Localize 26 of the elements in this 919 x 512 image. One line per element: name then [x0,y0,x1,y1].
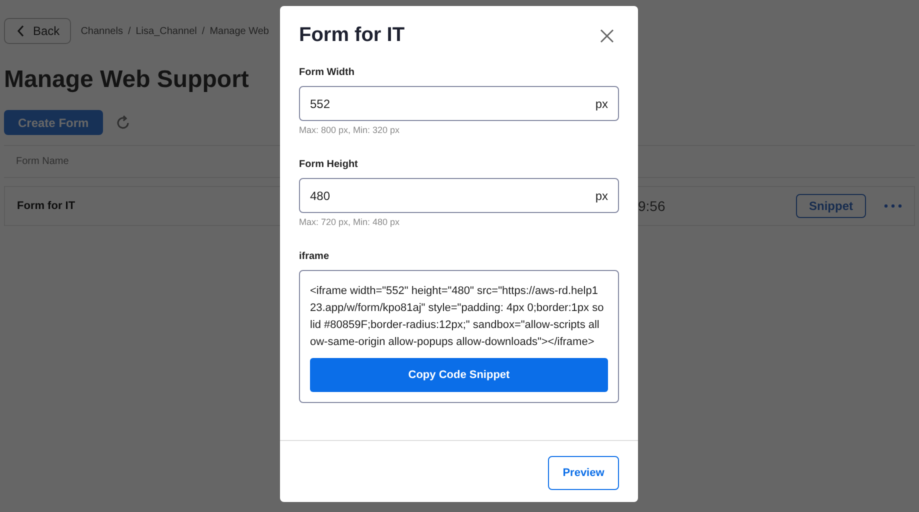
close-icon[interactable] [600,28,614,42]
field-hint: Max: 800 px, Min: 320 px [299,125,401,135]
breadcrumb-link[interactable]: Channels [80,26,123,36]
copy-button[interactable]: Copy Code Snippet [310,358,608,392]
code-text: <iframe width="552" height="480" src="https://aws-rd.help123.app/w/form/kpo81aj" style="padding: 4px 0;border:1px solid #80859F;border-radius:12px;" sandbox="allow-scripts allow-same-origin allow-popups allow-downloads"></iframe> [310,284,605,350]
breadcrumb-separator: / [128,26,131,36]
breadcrumb-link[interactable]: Lisa_Channel [136,26,197,36]
create-form-button[interactable]: Create Form [4,110,103,135]
field-label: Form Height [299,159,359,170]
page-title: Manage Web Support [4,66,249,94]
preview-button[interactable]: Preview [548,456,619,490]
refresh-icon[interactable] [114,114,131,130]
modal-title: Form for IT [299,24,405,47]
input-field[interactable]: 552 px [299,86,619,121]
time-cell-text: 9:56 [638,198,666,214]
snippet-button[interactable]: Snippet [796,194,866,218]
field-label: iframe [299,251,330,262]
chevron-left-icon [17,25,25,37]
field-hint: Max: 720 px, Min: 480 px [299,217,401,227]
form-name: Form for IT [17,200,76,212]
input-field[interactable]: 480 px [299,178,619,213]
breadcrumb-link[interactable]: Manage Web [210,26,269,36]
more-icon[interactable] [884,204,902,208]
field-label: Form Width [299,67,356,78]
back-button[interactable]: Back [4,18,71,44]
breadcrumb-separator: / [202,26,205,36]
